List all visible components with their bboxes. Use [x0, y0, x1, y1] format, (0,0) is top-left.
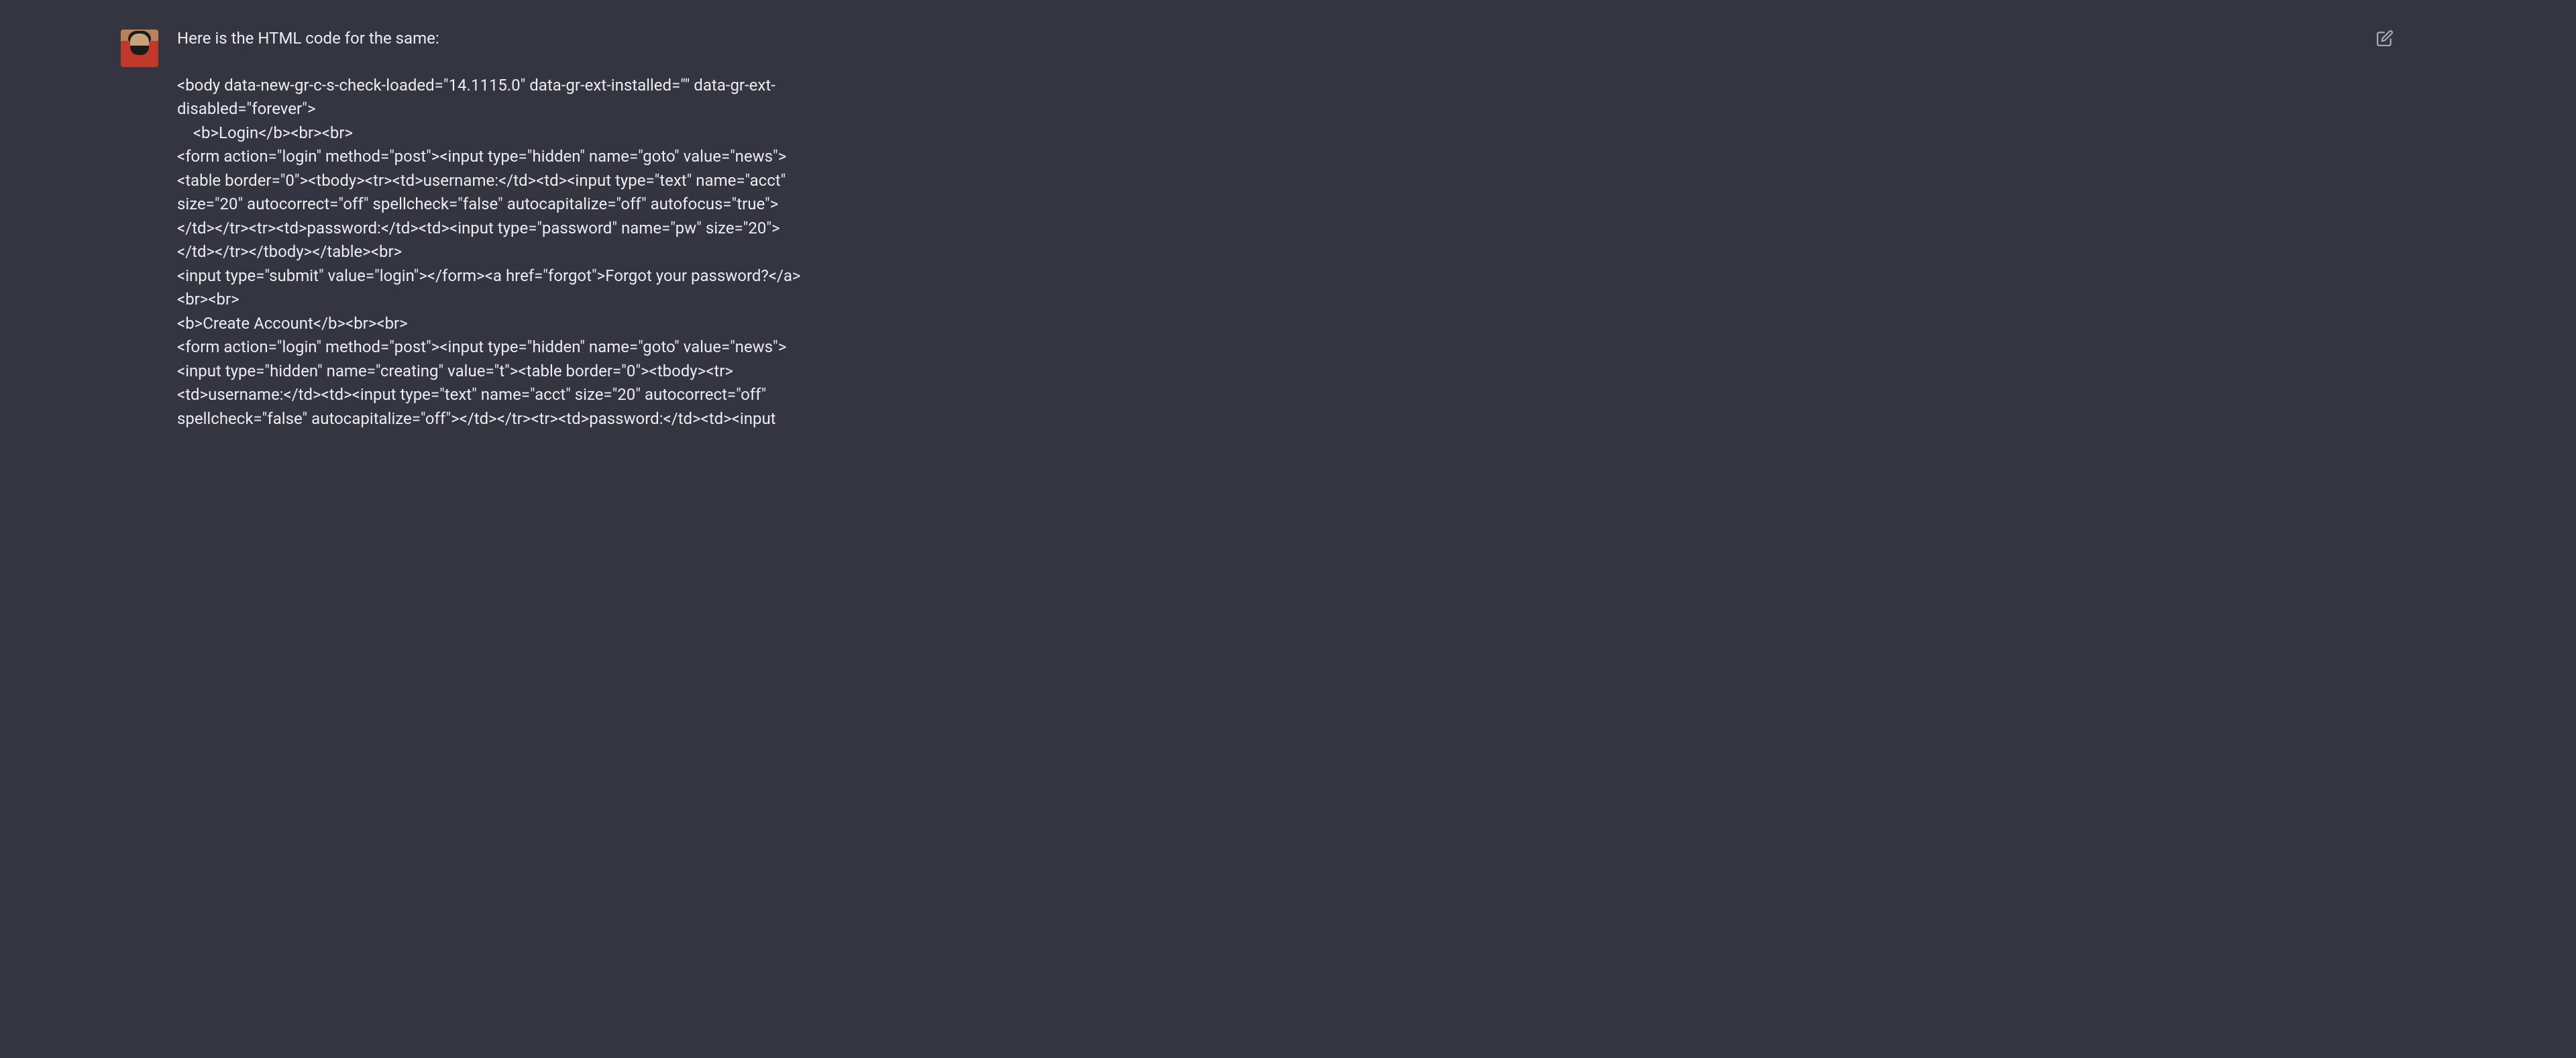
- avatar: [121, 30, 158, 67]
- message-content: Here is the HTML code for the same: <bod…: [177, 27, 814, 431]
- edit-button[interactable]: [2376, 30, 2394, 47]
- edit-icon: [2376, 30, 2394, 47]
- message-code-text: <body data-new-gr-c-s-check-loaded="14.1…: [177, 74, 814, 431]
- user-message-row: Here is the HTML code for the same: <bod…: [0, 0, 2576, 431]
- message-intro-text: Here is the HTML code for the same:: [177, 27, 814, 51]
